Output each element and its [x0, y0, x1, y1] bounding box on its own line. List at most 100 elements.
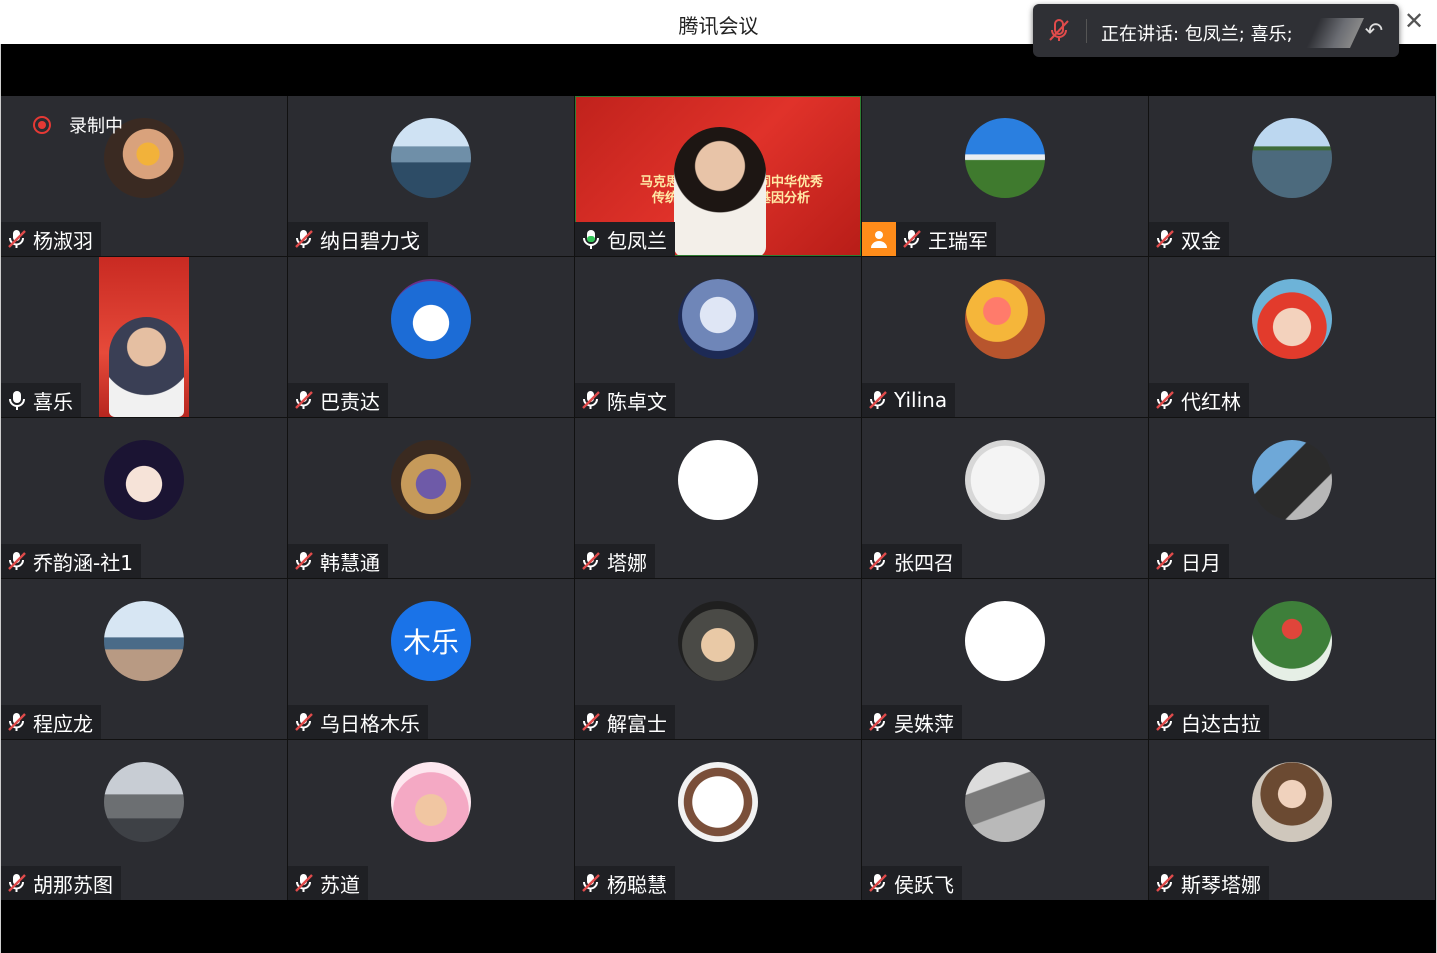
mic-muted-icon: [295, 713, 313, 731]
name-tag: 苏道: [288, 866, 368, 900]
mic-icon: [9, 391, 25, 410]
mic-muted-icon: [582, 713, 600, 731]
participant-tile[interactable]: 侯跃飞: [862, 740, 1148, 900]
mic-muted-icon: [8, 552, 26, 570]
participant-tile[interactable]: 解富士: [575, 579, 861, 739]
name-tag: 解富士: [575, 705, 675, 739]
mic-muted-icon: [582, 552, 600, 570]
avatar: [1252, 762, 1332, 842]
participant-tile[interactable]: 巴责达: [288, 257, 574, 417]
mic-muted-icon: [295, 391, 313, 409]
name-tag: 斯琴塔娜: [1149, 866, 1269, 900]
avatar: [965, 440, 1045, 520]
mic-muted-icon: [869, 391, 887, 409]
person-icon: [862, 222, 896, 256]
mic-muted-icon: [582, 874, 600, 892]
participant-tile[interactable]: 塔娜: [575, 418, 861, 578]
participant-name: 胡那苏图: [33, 872, 113, 897]
speaking-indicator[interactable]: 正在讲话: 包凤兰; 喜乐; ↶: [1033, 4, 1399, 57]
participant-name: 陈卓文: [607, 389, 667, 414]
participant-tile[interactable]: 王瑞军: [862, 96, 1148, 256]
participant-name: 杨淑羽: [33, 228, 93, 253]
participant-tile[interactable]: 白达古拉: [1149, 579, 1435, 739]
participant-tile[interactable]: 喜乐: [1, 257, 287, 417]
mic-muted-icon: [8, 713, 26, 731]
participant-name: 乌日格木乐: [320, 711, 420, 736]
participant-video[interactable]: [99, 257, 189, 417]
mic-muted-icon: [1156, 713, 1174, 731]
mic-muted-icon: [869, 713, 887, 731]
name-tag: 陈卓文: [575, 383, 675, 417]
speaking-text: 正在讲话: 包凤兰; 喜乐;: [1101, 24, 1293, 45]
name-tag: 程应龙: [1, 705, 101, 739]
mic-muted-icon: [295, 230, 313, 248]
name-tag: 包凤兰: [575, 222, 675, 256]
participant-name: 吴姝萍: [894, 711, 954, 736]
avatar: [391, 118, 471, 198]
name-tag: 白达古拉: [1149, 705, 1269, 739]
participant-tile[interactable]: 录制中 杨淑羽: [1, 96, 287, 256]
divider: [1086, 19, 1087, 43]
avatar: [965, 279, 1045, 359]
mic-muted-icon: [8, 874, 26, 892]
avatar: [1252, 118, 1332, 198]
participant-name: 纳日碧力戈: [320, 228, 420, 253]
participant-name: 包凤兰: [607, 228, 667, 253]
participant-tile[interactable]: 乔韵涵-社1: [1, 418, 287, 578]
name-tag: 侯跃飞: [862, 866, 962, 900]
participant-name: 韩慧通: [320, 550, 380, 575]
participant-tile[interactable]: 陈卓文: [575, 257, 861, 417]
avatar: [678, 601, 758, 681]
participant-tile[interactable]: 双金: [1149, 96, 1435, 256]
mic-muted-icon: [295, 874, 313, 892]
participant-name: 喜乐: [33, 389, 73, 414]
participant-name: 杨聪慧: [607, 872, 667, 897]
avatar: [1252, 440, 1332, 520]
participant-tile[interactable]: 代红林: [1149, 257, 1435, 417]
participant-tile[interactable]: 杨聪慧: [575, 740, 861, 900]
avatar: [678, 762, 758, 842]
participant-tile[interactable]: 纳日碧力戈: [288, 96, 574, 256]
speaking-fade: [1306, 18, 1364, 48]
avatar: [1252, 601, 1332, 681]
participant-tile[interactable]: Yilina: [862, 257, 1148, 417]
participant-tile[interactable]: 吴姝萍: [862, 579, 1148, 739]
participant-tile[interactable]: 斯琴塔娜: [1149, 740, 1435, 900]
mic-muted-icon: [869, 874, 887, 892]
participant-tile[interactable]: 马克思主 传统文 同中华优秀 基因分析 包凤兰: [575, 96, 861, 256]
avatar: [391, 440, 471, 520]
participant-name: 白达古拉: [1181, 711, 1261, 736]
participant-name: 斯琴塔娜: [1181, 872, 1261, 897]
participant-name: Yilina: [894, 388, 948, 412]
mic-muted-icon: [8, 230, 26, 248]
participant-tile[interactable]: 苏道: [288, 740, 574, 900]
participant-grid: 录制中 杨淑羽纳日碧力戈 马克思主 传统文 同中华优秀 基因分析 包凤兰 王瑞军双金喜乐 巴责达…: [1, 96, 1435, 900]
participant-tile[interactable]: 木乐乌日格木乐: [288, 579, 574, 739]
participant-name: 侯跃飞: [894, 872, 954, 897]
close-icon[interactable]: ✕: [1401, 6, 1427, 36]
name-tag: 巴责达: [288, 383, 388, 417]
name-tag: 喜乐: [1, 383, 81, 417]
avatar-text: 木乐: [391, 601, 471, 681]
mic-muted-icon: [1156, 552, 1174, 570]
bottom-area: [0, 900, 1437, 953]
participant-name: 张四召: [894, 550, 954, 575]
video-figure: [109, 317, 184, 417]
mic-muted-icon: [1156, 874, 1174, 892]
mic-muted-icon: [295, 552, 313, 570]
participant-tile[interactable]: 胡那苏图: [1, 740, 287, 900]
participant-tile[interactable]: 程应龙: [1, 579, 287, 739]
mic-muted-icon[interactable]: [1047, 18, 1071, 44]
frame-left: [0, 44, 1, 953]
avatar: [965, 601, 1045, 681]
avatar: [1252, 279, 1332, 359]
collapse-icon[interactable]: ↶: [1359, 17, 1389, 47]
avatar: [104, 762, 184, 842]
participant-tile[interactable]: 日月: [1149, 418, 1435, 578]
participant-name: 双金: [1181, 228, 1221, 253]
mic-active-icon: [583, 230, 599, 249]
participant-tile[interactable]: 张四召: [862, 418, 1148, 578]
participant-tile[interactable]: 韩慧通: [288, 418, 574, 578]
participant-name: 日月: [1181, 550, 1221, 575]
avatar: [391, 279, 471, 359]
